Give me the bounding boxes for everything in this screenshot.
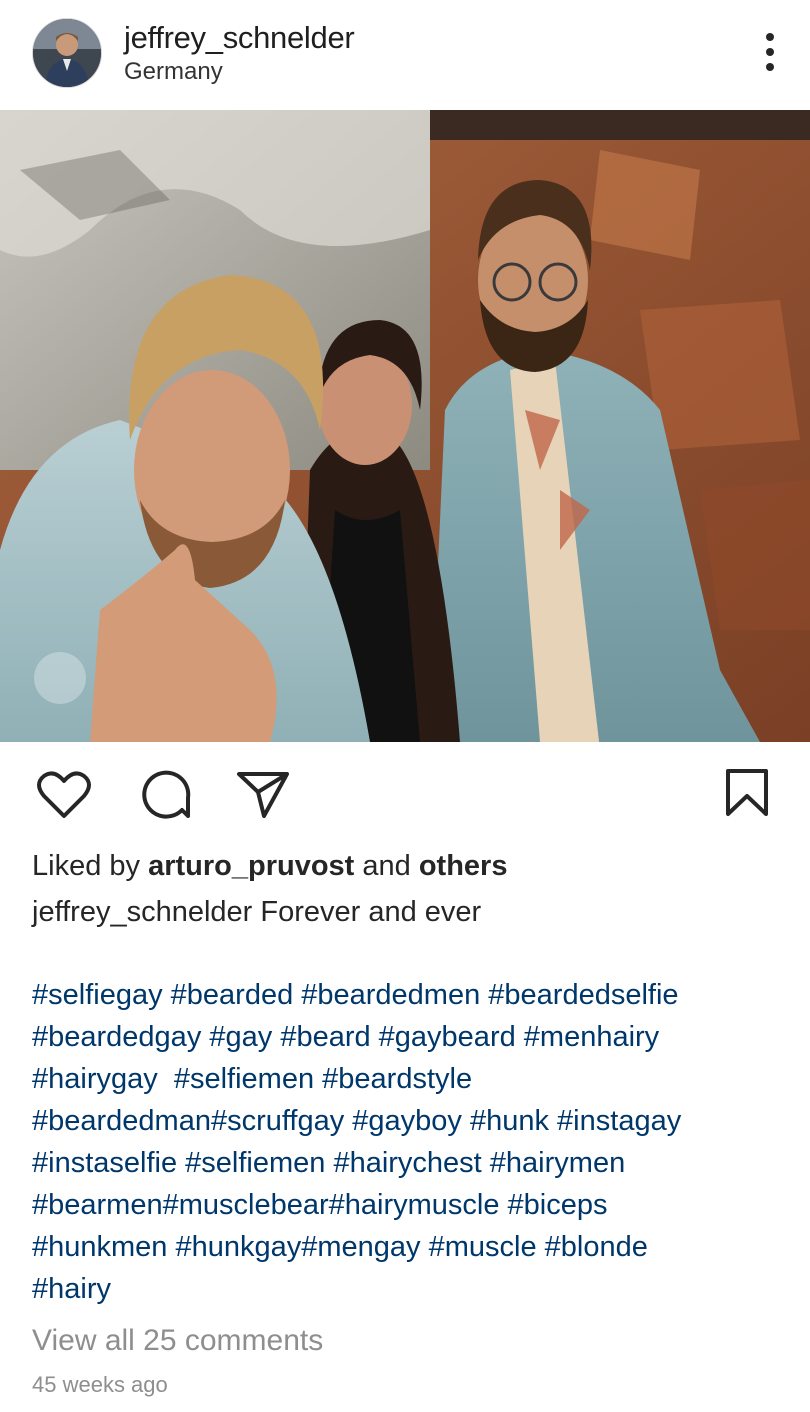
more-vertical-icon bbox=[766, 33, 774, 71]
likes-others[interactable]: others bbox=[419, 850, 508, 882]
share-button[interactable] bbox=[236, 770, 290, 825]
likes-prefix: Liked by bbox=[32, 850, 149, 882]
more-options-button[interactable] bbox=[756, 30, 784, 74]
view-all-comments-link[interactable]: View all 25 comments bbox=[32, 1324, 792, 1358]
hashtag-line[interactable]: #hunkmen #hunkgay#mengay #muscle #blonde bbox=[32, 1226, 792, 1268]
caption: jeffrey_schnelder Forever and ever bbox=[32, 892, 792, 932]
liked-by-user[interactable]: arturo_pruvost bbox=[148, 850, 354, 882]
bookmark-icon bbox=[726, 769, 768, 816]
hashtag-line[interactable]: #hairy bbox=[32, 1268, 792, 1310]
hashtag-line[interactable]: #selfiegay #bearded #beardedmen #bearded… bbox=[32, 974, 792, 1016]
send-icon bbox=[237, 772, 289, 818]
post-text: Liked by arturo_pruvost and others jeffr… bbox=[32, 846, 792, 1398]
post-header: jeffrey_schnelder Germany bbox=[0, 0, 810, 110]
post-location[interactable]: Germany bbox=[124, 58, 223, 86]
likes-middle: and bbox=[354, 850, 419, 882]
heart-icon bbox=[37, 771, 91, 818]
post-image[interactable] bbox=[0, 110, 810, 742]
hashtags: #selfiegay #bearded #beardedmen #bearded… bbox=[32, 974, 792, 1310]
comment-icon bbox=[142, 770, 191, 819]
caption-text: Forever and ever bbox=[252, 896, 482, 928]
like-button[interactable] bbox=[36, 770, 92, 825]
post-timestamp: 45 weeks ago bbox=[32, 1372, 168, 1397]
post-username[interactable]: jeffrey_schnelder bbox=[124, 20, 355, 56]
hashtag-line[interactable]: #beardedgay #gay #beard #gaybeard #menha… bbox=[32, 1016, 792, 1058]
action-bar bbox=[0, 742, 810, 842]
avatar[interactable] bbox=[32, 18, 102, 88]
caption-username[interactable]: jeffrey_schnelder bbox=[32, 896, 252, 928]
save-button[interactable] bbox=[724, 768, 770, 823]
hashtag-line[interactable]: #beardedman#scruffgay #gayboy #hunk #ins… bbox=[32, 1100, 792, 1142]
likes-summary[interactable]: Liked by arturo_pruvost and others bbox=[32, 846, 792, 886]
hashtag-line[interactable]: #hairygay #selfiemen #beardstyle bbox=[32, 1058, 792, 1100]
comment-button[interactable] bbox=[136, 768, 192, 827]
hashtag-line[interactable]: #instaselfie #selfiemen #hairychest #hai… bbox=[32, 1142, 792, 1184]
hashtag-line[interactable]: #bearmen#musclebear#hairymuscle #biceps bbox=[32, 1184, 792, 1226]
